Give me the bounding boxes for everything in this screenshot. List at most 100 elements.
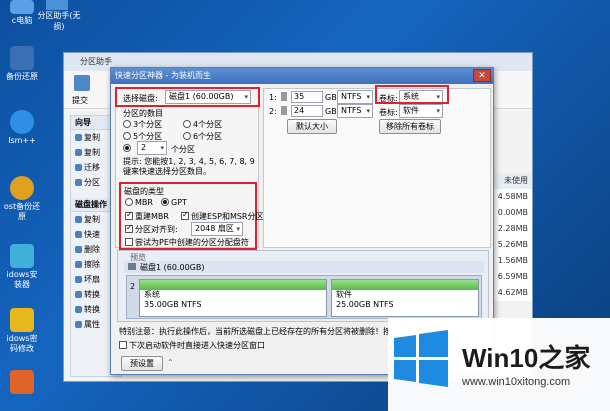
startup-checkbox[interactable]: 下次启动软件时直接进入快速分区窗口	[119, 340, 265, 351]
fs-select-2[interactable]: NTFS ▾	[337, 104, 373, 118]
radio-icon	[123, 144, 131, 152]
chevron-down-icon: ▾	[366, 93, 370, 101]
preset-button[interactable]: 预设置	[121, 356, 163, 371]
computer-icon	[10, 0, 34, 14]
dialog-title: 快速分区神器 - 为装机而生	[111, 68, 493, 84]
disk-title: 磁盘1 (60.00GB)	[140, 263, 205, 272]
disk-op-icon	[75, 231, 82, 238]
align-checkbox[interactable]: 分区对齐到:	[125, 223, 178, 235]
desktop-icon-app[interactable]	[0, 370, 44, 396]
checkbox-label: 尝试为PE中创建的分区分配盘符	[135, 238, 249, 247]
close-icon[interactable]: ✕	[473, 69, 491, 82]
radio-4-partitions[interactable]: 4个分区	[183, 119, 222, 130]
create-esp-checkbox[interactable]: 创建ESP和MSR分区	[181, 210, 264, 222]
desktop-icon-dism[interactable]: lsm++	[0, 110, 44, 146]
sidebar-item-label: 删除	[84, 245, 100, 254]
wizard-icon	[75, 149, 82, 156]
checkbox-label: 下次启动软件时直接进入快速分区窗口	[129, 341, 265, 350]
custom-count-value: 2	[141, 143, 147, 152]
default-size-button[interactable]: 默认大小	[287, 119, 337, 134]
custom-count-select[interactable]: 2 ▾	[137, 141, 167, 155]
checkbox-icon	[125, 238, 133, 246]
volume-label: 卷标:	[379, 108, 398, 117]
submit-button[interactable]: 提交	[72, 95, 88, 106]
radio-custom[interactable]	[123, 144, 133, 153]
sidebar-item-label: 属性	[84, 320, 100, 329]
win10-watermark: Win10之家 www.win10xitong.com	[388, 318, 610, 411]
desktop-icon-label: idows密 码修改	[6, 334, 38, 353]
checkbox-label: 创建ESP和MSR分区	[191, 212, 264, 221]
radio-3-partitions[interactable]: 3个分区	[123, 119, 162, 130]
radio-icon	[183, 120, 191, 128]
partition-usage-bar	[332, 280, 478, 290]
warning-text: 特别注意：执行此操作后，当前所选磁盘上已经存在的所有分区将被删除！按	[119, 327, 391, 336]
radio-label: GPT	[171, 198, 187, 207]
checkbox-icon	[125, 210, 133, 220]
shortcut-tip: 提示: 您能按1, 2, 3, 4, 5, 6, 7, 8, 9键来快速选择分区…	[123, 157, 255, 176]
fs-select-1[interactable]: NTFS ▾	[337, 90, 373, 104]
disk-bar: 2 系统 35.00GB NTFS 软件 25.00GB NTFS	[126, 275, 482, 319]
partition-block-system[interactable]: 系统 35.00GB NTFS	[139, 279, 327, 317]
desktop-icon-label: lsm++	[8, 136, 36, 145]
brand-name: Win10	[462, 343, 539, 373]
desktop-icon-backup[interactable]: 备份还原	[0, 46, 44, 82]
disk-icon	[128, 263, 136, 270]
sidebar-item-label: 分区	[84, 178, 100, 187]
fs-value: NTFS	[341, 106, 362, 115]
partition-name: 软件	[336, 290, 352, 299]
desktop-icon-label: 备份还原	[6, 72, 38, 81]
sidebar-item-label: 擦除	[84, 260, 100, 269]
checkbox-icon	[119, 341, 127, 349]
checkbox-label: 重建MBR	[135, 212, 169, 221]
radio-mbr[interactable]: MBR	[125, 198, 153, 207]
ghost-icon	[10, 176, 34, 200]
windows-logo-icon	[394, 330, 448, 387]
app-icon	[10, 370, 34, 394]
rebuild-mbr-checkbox[interactable]: 重建MBR	[125, 210, 169, 222]
size-input-1[interactable]: 35	[291, 91, 323, 103]
sidebar-item-label: 复制	[84, 148, 100, 157]
align-select[interactable]: 2048 扇区 ▾	[191, 222, 243, 236]
key-icon	[10, 308, 34, 332]
disk-op-icon	[75, 276, 82, 283]
radio-gpt[interactable]: GPT	[161, 198, 187, 207]
partition-tool-icon	[46, 0, 68, 10]
radio-icon	[161, 198, 169, 206]
pe-letter-checkbox[interactable]: 尝试为PE中创建的分区分配盘符	[125, 237, 249, 248]
brand-suffix: 之家	[538, 343, 591, 373]
radio-label: 6个分区	[193, 132, 223, 141]
radio-6-partitions[interactable]: 6个分区	[183, 131, 222, 142]
custom-count-suffix: 个分区	[171, 145, 195, 154]
chevron-down-icon: ▾	[236, 225, 240, 233]
row-number: 2:	[269, 107, 277, 116]
desktop-icon-ghost[interactable]: ost备份还 原	[0, 176, 44, 222]
disk-op-icon	[75, 246, 82, 253]
unit-label: GB	[325, 107, 337, 116]
desktop-icon-password[interactable]: idows密 码修改	[0, 308, 44, 354]
backup-icon	[10, 46, 34, 70]
chevron-up-icon[interactable]: ⌃	[167, 358, 174, 367]
disk-op-icon	[75, 306, 82, 313]
desktop-icon-installer[interactable]: idows安 装器	[0, 244, 44, 290]
sidebar-item-label: 转换	[84, 290, 100, 299]
gear-icon	[10, 110, 34, 134]
submit-icon[interactable]	[74, 75, 90, 91]
radio-label: MBR	[135, 198, 153, 207]
lock-icon[interactable]	[281, 92, 287, 101]
site-url: www.win10xitong.com	[462, 376, 571, 388]
preview-panel: 预览 磁盘1 (60.00GB) 2 系统 35.00GB NTFS 软件 25…	[117, 250, 489, 322]
partition-info: 25.00GB NTFS	[336, 300, 394, 309]
size-input-2[interactable]: 24	[291, 105, 323, 117]
align-select-value: 2048 扇区	[195, 224, 234, 233]
highlight-box	[115, 87, 260, 107]
desktop-icon-partition-label: 分区助手(无 损)	[37, 11, 81, 31]
lock-icon[interactable]	[281, 106, 287, 115]
clear-labels-button[interactable]: 移除所有卷标	[379, 119, 441, 134]
radio-icon	[123, 120, 131, 128]
checkbox-icon	[125, 223, 133, 233]
disk-header: 磁盘1 (60.00GB)	[124, 261, 484, 273]
wizard-icon	[75, 134, 82, 141]
partition-usage-bar	[140, 280, 326, 290]
volume-select-2[interactable]: 软件 ▾	[399, 104, 443, 118]
partition-block-software[interactable]: 软件 25.00GB NTFS	[331, 279, 479, 317]
